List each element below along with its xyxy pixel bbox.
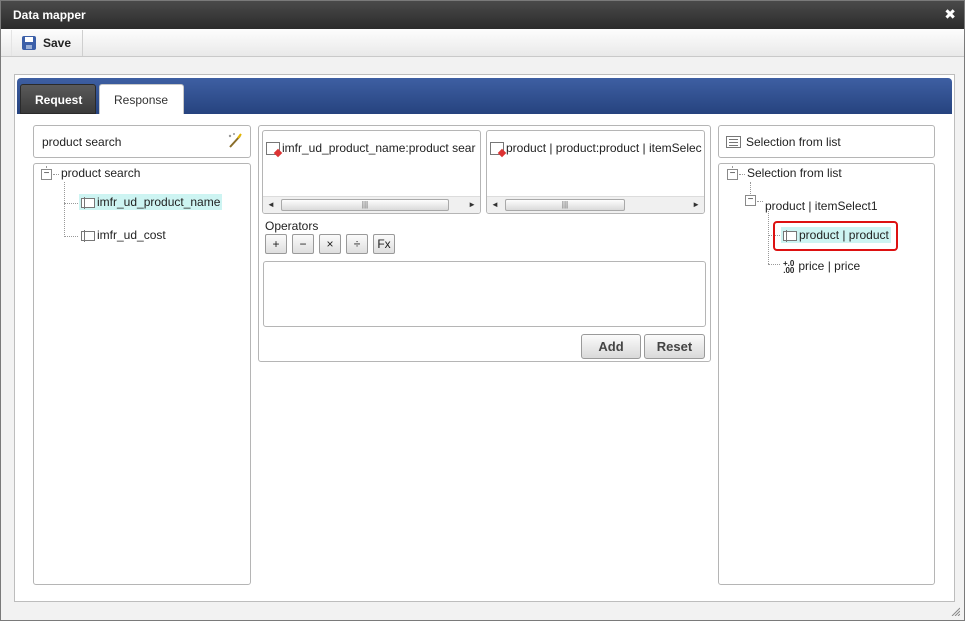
- data-mapper-window: Data mapper ✖ Save Request Response prod…: [0, 0, 965, 621]
- field-label: imfr_ud_product_name: [97, 195, 221, 209]
- close-icon[interactable]: ✖: [944, 7, 956, 21]
- scroll-thumb[interactable]: |||: [281, 199, 449, 211]
- operator-minus-button[interactable]: −: [292, 234, 314, 254]
- field-imfr-ud-product-name[interactable]: imfr_ud_product_name: [79, 194, 223, 210]
- tree-line: [768, 209, 769, 264]
- tab-request[interactable]: Request: [20, 84, 96, 114]
- save-button-label: Save: [43, 36, 72, 50]
- field-label: imfr_ud_cost: [97, 228, 166, 242]
- source-tree: − product search imfr_ud_product_name im…: [33, 163, 251, 585]
- tree-line: [64, 203, 78, 204]
- field-price-price[interactable]: +.0.00 price | price: [783, 259, 860, 274]
- save-button[interactable]: Save: [11, 30, 83, 56]
- operator-function-button[interactable]: Fx: [373, 234, 395, 254]
- mapper-content: Request Response product search − produc…: [14, 74, 955, 602]
- tree-root-product-search[interactable]: product search: [61, 166, 140, 180]
- reset-button[interactable]: Reset: [644, 334, 705, 359]
- tree-line: [53, 174, 59, 175]
- tree-group-item-select[interactable]: product | itemSelect1: [765, 199, 878, 213]
- tab-response[interactable]: Response: [99, 84, 184, 114]
- field-icon: [81, 196, 95, 209]
- tree-line: [757, 201, 763, 202]
- target-header: Selection from list: [718, 125, 935, 158]
- collapse-icon[interactable]: −: [745, 195, 756, 206]
- horizontal-scrollbar[interactable]: ◄ ||| ►: [263, 196, 480, 213]
- field-label: product | product: [799, 228, 889, 242]
- mapping-icon: [490, 142, 504, 156]
- target-header-label: Selection from list: [746, 135, 841, 149]
- tree-line: [64, 182, 65, 237]
- field-icon: [81, 229, 95, 242]
- horizontal-scrollbar[interactable]: ◄ ||| ►: [487, 196, 704, 213]
- resize-grip-icon[interactable]: [950, 606, 960, 616]
- floppy-disk-icon: [22, 36, 36, 50]
- target-list-item[interactable]: product | product:product | itemSelec: [490, 141, 702, 156]
- target-tree: − Selection from list − product | itemSe…: [718, 163, 935, 585]
- field-imfr-ud-cost[interactable]: imfr_ud_cost: [81, 228, 166, 242]
- target-fields-list[interactable]: product | product:product | itemSelec ◄ …: [486, 130, 705, 214]
- tree-line: [64, 236, 78, 237]
- scroll-left-icon[interactable]: ◄: [267, 200, 275, 209]
- operator-divide-button[interactable]: ÷: [346, 234, 368, 254]
- collapse-icon[interactable]: −: [41, 169, 52, 180]
- add-button[interactable]: Add: [581, 334, 641, 359]
- list-icon: [726, 136, 741, 148]
- field-icon: [783, 229, 797, 242]
- tree-root-selection-from-list[interactable]: Selection from list: [747, 166, 842, 180]
- source-fields-list[interactable]: imfr_ud_product_name:product sear ◄ ||| …: [262, 130, 481, 214]
- title-bar: Data mapper ✖: [1, 1, 964, 29]
- operator-plus-button[interactable]: +: [265, 234, 287, 254]
- source-list-item-label: imfr_ud_product_name:product sear: [282, 141, 476, 155]
- tree-line: [768, 264, 780, 265]
- scroll-thumb[interactable]: |||: [505, 199, 625, 211]
- number-icon: +.0.00: [783, 258, 795, 275]
- tab-bar: Request Response: [17, 78, 952, 114]
- source-search-box[interactable]: product search: [33, 125, 251, 158]
- toolbar: Save: [1, 29, 964, 57]
- scroll-right-icon[interactable]: ►: [468, 200, 476, 209]
- field-highlight: product | product: [781, 227, 891, 243]
- field-label: price | price: [798, 259, 861, 273]
- mapping-icon: [266, 142, 280, 156]
- magic-wand-icon[interactable]: [226, 132, 244, 150]
- scroll-right-icon[interactable]: ►: [692, 200, 700, 209]
- source-list-item[interactable]: imfr_ud_product_name:product sear: [266, 141, 476, 156]
- operator-multiply-button[interactable]: ×: [319, 234, 341, 254]
- collapse-icon[interactable]: −: [727, 169, 738, 180]
- operators-label: Operators: [265, 219, 319, 233]
- expression-builder: imfr_ud_product_name:product sear ◄ ||| …: [258, 125, 711, 362]
- scroll-left-icon[interactable]: ◄: [491, 200, 499, 209]
- field-highlight: imfr_ud_product_name: [79, 194, 223, 210]
- field-product-product[interactable]: product | product: [781, 227, 891, 243]
- source-search-text: product search: [42, 135, 122, 149]
- tree-line: [739, 174, 745, 175]
- expression-input[interactable]: [263, 261, 706, 327]
- window-title: Data mapper: [13, 8, 86, 22]
- target-list-item-label: product | product:product | itemSelec: [506, 141, 702, 155]
